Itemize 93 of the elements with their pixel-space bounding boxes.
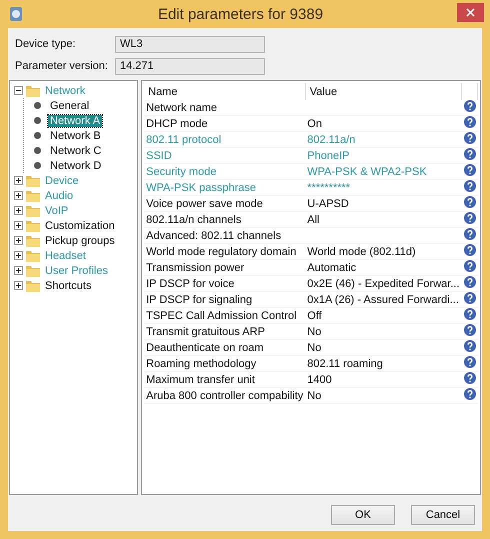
- field-label: Device type:: [15, 38, 77, 50]
- bullet-icon: [34, 132, 41, 139]
- help-icon[interactable]: [464, 276, 476, 288]
- folder-icon: [26, 220, 40, 232]
- table-cell[interactable]: World mode (802.11d): [305, 244, 462, 260]
- tree-item[interactable]: Pickup groups: [43, 234, 117, 246]
- table-cell[interactable]: Automatic: [305, 260, 462, 276]
- table-cell: IP DSCP for voice: [144, 276, 306, 292]
- help-icon[interactable]: [464, 228, 476, 240]
- bullet-icon: [34, 117, 41, 124]
- table-cell: DHCP mode: [144, 116, 306, 132]
- folder-icon: [26, 250, 40, 262]
- bullet-icon: [34, 147, 41, 154]
- help-icon[interactable]: [464, 180, 476, 192]
- table-cell: Transmission power: [144, 260, 306, 276]
- expand-icon[interactable]: [14, 251, 23, 260]
- table-cell: SSID: [144, 148, 306, 164]
- help-icon[interactable]: [464, 116, 476, 128]
- table-cell: TSPEC Call Admission Control: [144, 308, 306, 324]
- help-icon[interactable]: [464, 212, 476, 224]
- table-cell[interactable]: 0x1A (26) - Assured Forwardi...: [305, 292, 462, 308]
- window-title: Edit parameters for 9389: [156, 6, 324, 22]
- folder-icon: [26, 234, 40, 246]
- dialog-button[interactable]: OK: [331, 505, 395, 525]
- help-icon[interactable]: [464, 340, 476, 352]
- readonly-field: WL3: [115, 36, 265, 52]
- help-icon[interactable]: [464, 132, 476, 144]
- table-cell: Security mode: [144, 164, 306, 180]
- table-cell[interactable]: All: [305, 212, 462, 228]
- close-button[interactable]: [457, 3, 484, 22]
- help-icon[interactable]: [464, 164, 476, 176]
- help-icon[interactable]: [464, 388, 476, 400]
- help-icon[interactable]: [464, 244, 476, 256]
- help-icon[interactable]: [464, 148, 476, 160]
- collapse-icon[interactable]: [14, 86, 23, 95]
- expand-icon[interactable]: [14, 206, 23, 215]
- folder-icon: [26, 84, 40, 96]
- tree-item[interactable]: Shortcuts: [43, 280, 94, 292]
- table-cell: WPA-PSK passphrase: [144, 180, 306, 196]
- table-cell[interactable]: No: [305, 324, 462, 340]
- folder-icon: [26, 174, 40, 186]
- table-cell[interactable]: U-APSD: [305, 196, 462, 212]
- table-cell: Maximum transfer unit: [144, 372, 306, 388]
- help-icon[interactable]: [464, 292, 476, 304]
- dialog-button[interactable]: Cancel: [411, 505, 475, 525]
- expand-icon[interactable]: [14, 191, 23, 200]
- tree-item[interactable]: General: [48, 100, 92, 112]
- table-cell[interactable]: No: [305, 388, 462, 404]
- tree-item[interactable]: Network A: [48, 114, 102, 126]
- table-cell[interactable]: No: [305, 340, 462, 356]
- folder-icon: [26, 204, 40, 216]
- help-icon[interactable]: [464, 260, 476, 272]
- table-cell[interactable]: On: [305, 116, 462, 132]
- expand-icon[interactable]: [14, 236, 23, 245]
- expand-icon[interactable]: [14, 176, 23, 185]
- table-cell[interactable]: 1400: [305, 372, 462, 388]
- table-cell: World mode regulatory domain: [144, 244, 306, 260]
- table-cell: Aruba 800 controller compability: [144, 388, 306, 404]
- readonly-field: 14.271: [115, 58, 265, 74]
- tree-item[interactable]: Network B: [48, 130, 103, 142]
- help-icon[interactable]: [464, 356, 476, 368]
- help-icon[interactable]: [464, 308, 476, 320]
- table-cell[interactable]: 0x2E (46) - Expedited Forwar...: [305, 276, 462, 292]
- table-cell[interactable]: Off: [305, 308, 462, 324]
- bullet-icon: [34, 102, 41, 109]
- field-label: Parameter version:: [15, 60, 109, 72]
- table-cell[interactable]: 802.11 roaming: [305, 356, 462, 372]
- table-cell: IP DSCP for signaling: [144, 292, 306, 308]
- tree-item[interactable]: Network C: [48, 144, 104, 156]
- column-header[interactable]: Value: [305, 83, 462, 100]
- help-icon[interactable]: [464, 196, 476, 208]
- close-icon: [466, 8, 475, 17]
- tree-item[interactable]: Network D: [48, 160, 104, 172]
- folder-icon: [26, 280, 40, 292]
- folder-icon: [26, 264, 40, 276]
- expand-icon[interactable]: [14, 281, 23, 290]
- table-cell: Voice power save mode: [144, 196, 306, 212]
- help-icon[interactable]: [464, 324, 476, 336]
- table-cell: Deauthenticate on roam: [144, 340, 306, 356]
- expand-icon[interactable]: [14, 221, 23, 230]
- table-cell: 802.11 protocol: [144, 132, 306, 148]
- table-cell: Transmit gratuitous ARP: [144, 324, 306, 340]
- folder-icon: [26, 190, 40, 202]
- expand-icon[interactable]: [14, 266, 23, 275]
- table-cell: 802.11a/n channels: [144, 212, 306, 228]
- table-cell: Network name: [144, 100, 306, 116]
- help-icon[interactable]: [464, 100, 476, 112]
- table-cell: Roaming methodology: [144, 356, 306, 372]
- app-icon: [8, 6, 24, 22]
- table-cell: Advanced: 802.11 channels: [144, 228, 306, 244]
- tree-item[interactable]: Customization: [43, 220, 117, 232]
- bullet-icon: [34, 162, 41, 169]
- help-icon[interactable]: [464, 372, 476, 384]
